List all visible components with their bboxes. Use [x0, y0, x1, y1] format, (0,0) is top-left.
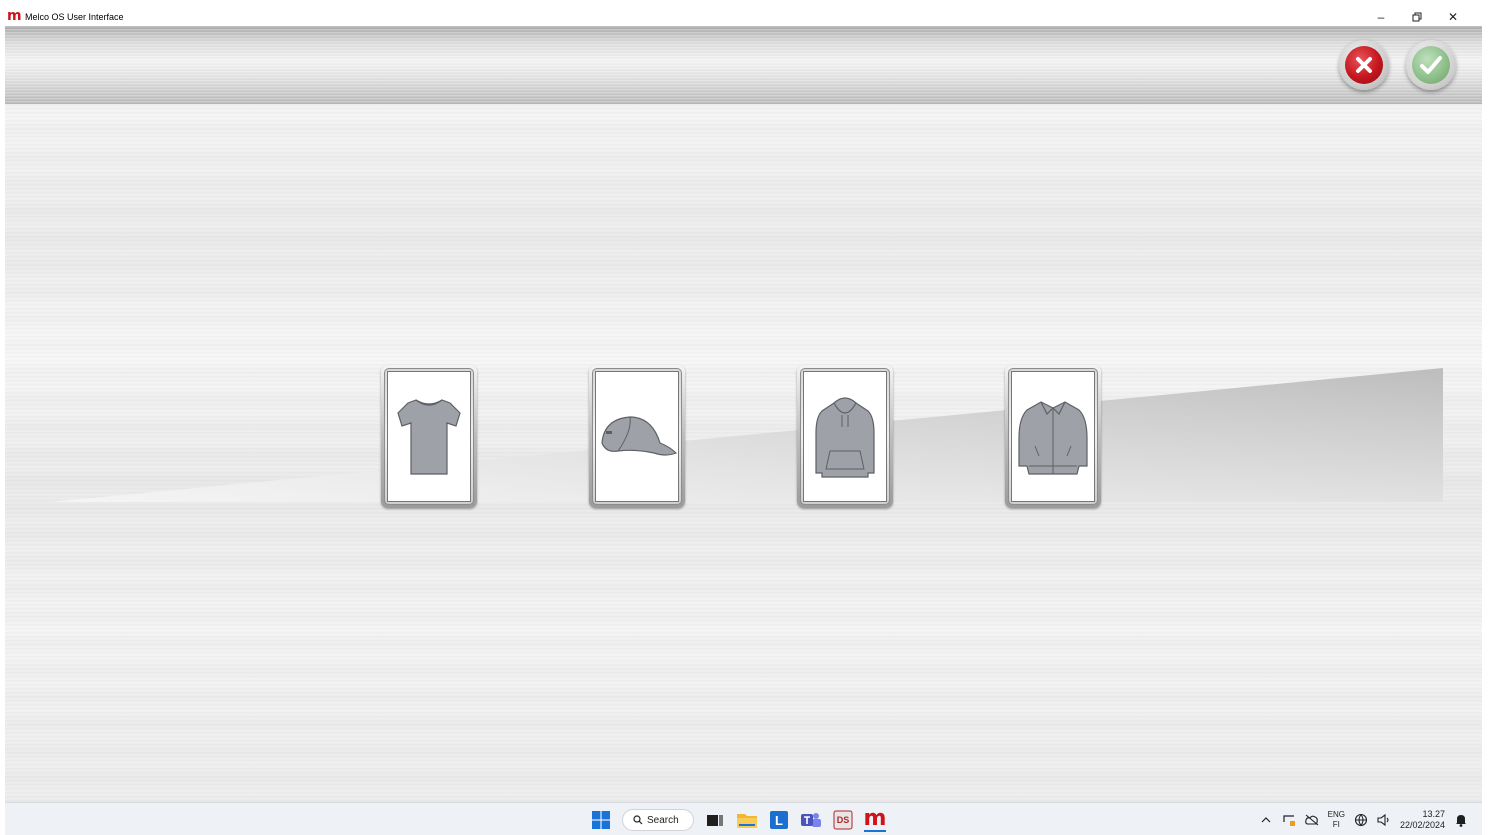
garment-card-t-shirt[interactable] [381, 365, 477, 508]
taskbar-apps: Search L DS m [590, 808, 886, 832]
card-face [1011, 371, 1095, 502]
l-app-icon[interactable]: L [768, 809, 790, 831]
jacket-icon [1018, 400, 1088, 475]
l-app-label: L [775, 813, 783, 828]
t-shirt-icon [397, 398, 461, 475]
card-face [803, 371, 887, 502]
clock[interactable]: 13.27 22/02/2024 [1400, 809, 1445, 831]
cloud-offline-icon[interactable] [1304, 813, 1319, 827]
garment-card-jacket[interactable] [1005, 365, 1101, 508]
hoodie-icon [815, 396, 875, 478]
volume-icon[interactable] [1377, 813, 1391, 827]
card-face [387, 371, 471, 502]
cancel-button[interactable] [1339, 40, 1389, 90]
melco-app-icon[interactable]: m [864, 808, 886, 832]
cap-icon [601, 415, 678, 456]
start-icon[interactable] [590, 809, 612, 831]
clock-date: 22/02/2024 [1399, 820, 1445, 830]
cancel-button-face [1345, 46, 1383, 84]
x-icon [1356, 57, 1372, 73]
clock-time: 13.27 [1422, 809, 1445, 819]
check-icon [1420, 56, 1442, 74]
window-controls: – ✕ [1366, 8, 1468, 26]
close-window-button[interactable]: ✕ [1438, 8, 1468, 26]
language-code: ENG [1327, 810, 1345, 819]
file-explorer-icon[interactable] [736, 809, 758, 831]
ds-app-icon[interactable]: DS [832, 809, 854, 831]
perspective-floor-ramp [50, 368, 1443, 502]
search-label: Search [647, 814, 679, 826]
restore-button[interactable] [1402, 8, 1432, 26]
window-title: Melco OS User Interface [25, 12, 124, 22]
windows-taskbar: Search L DS m ENG FI 13.27 22/02/2024 [5, 802, 1482, 835]
network-icon[interactable] [1354, 813, 1368, 827]
window-title-bar: m Melco OS User Interface – ✕ [5, 8, 1482, 26]
melco-logo-icon: m [7, 8, 22, 24]
confirm-button[interactable] [1406, 40, 1456, 90]
system-tray: ENG FI 13.27 22/02/2024 [1259, 808, 1468, 832]
chevron-up-icon[interactable] [1259, 813, 1273, 827]
garment-card-hoodie[interactable] [797, 365, 893, 508]
card-face [595, 371, 679, 502]
melco-app-logo: m [863, 806, 887, 831]
minimize-button[interactable]: – [1366, 8, 1396, 26]
garment-card-cap[interactable] [589, 365, 685, 508]
notification-bell-icon[interactable] [1454, 813, 1468, 827]
task-view-icon[interactable] [704, 809, 726, 831]
confirm-button-face [1412, 46, 1450, 84]
sync-icon[interactable] [1282, 813, 1296, 827]
top-toolbar [5, 26, 1482, 104]
main-canvas [5, 104, 1482, 802]
ds-app-label: DS [837, 815, 850, 825]
teams-icon[interactable] [800, 809, 822, 831]
taskbar-search-box[interactable]: Search [622, 809, 694, 831]
restore-icon [1412, 12, 1422, 22]
search-icon [633, 815, 643, 825]
keyboard-layout: FI [1332, 820, 1340, 829]
language-indicator[interactable]: ENG FI [1328, 810, 1345, 830]
